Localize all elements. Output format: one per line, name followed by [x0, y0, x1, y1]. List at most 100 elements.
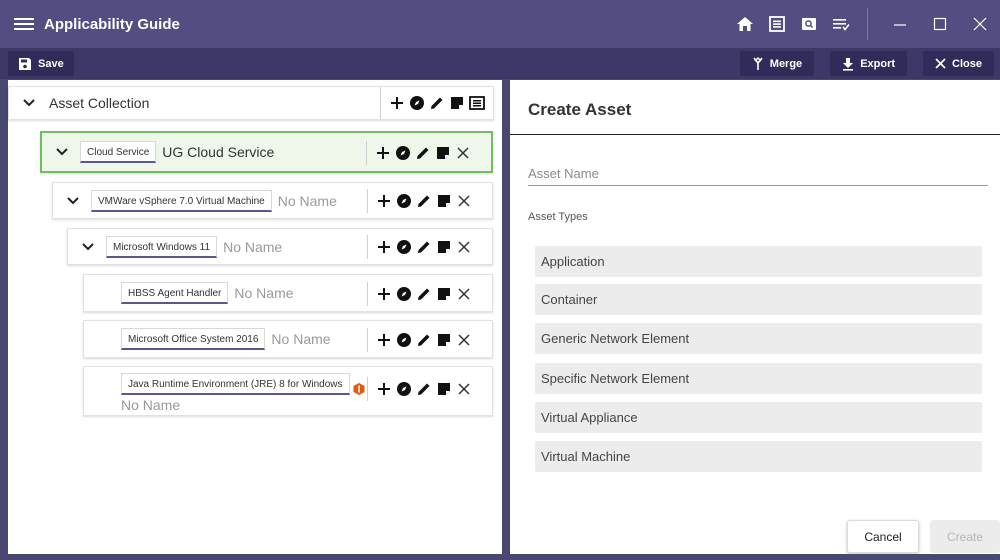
- menu-icon[interactable]: [14, 18, 34, 30]
- create-asset-panel: Create Asset Asset Types Application Con…: [510, 80, 1000, 554]
- tree-root-actions: [380, 87, 485, 119]
- save-button[interactable]: Save: [8, 51, 74, 76]
- list-icon[interactable]: [764, 11, 790, 37]
- asset-type-option[interactable]: Virtual Appliance: [535, 402, 982, 433]
- note-icon[interactable]: [436, 239, 452, 255]
- delete-icon[interactable]: [456, 286, 472, 302]
- create-asset-title: Create Asset: [528, 100, 632, 119]
- edit-icon[interactable]: [429, 95, 445, 111]
- delete-icon[interactable]: [456, 239, 472, 255]
- tree-node-java-jre[interactable]: Java Runtime Environment (JRE) 8 for Win…: [83, 366, 493, 416]
- asset-type-chip[interactable]: Java Runtime Environment (JRE) 8 for Win…: [121, 373, 350, 395]
- tree-root-asset-collection[interactable]: Asset Collection: [8, 86, 494, 120]
- add-icon[interactable]: [375, 145, 391, 161]
- edit-icon[interactable]: [416, 239, 432, 255]
- asset-type-option[interactable]: Specific Network Element: [535, 363, 982, 394]
- close-icon: [935, 58, 946, 69]
- close-button[interactable]: Close: [923, 51, 994, 76]
- title-divider: [510, 134, 1000, 135]
- delete-icon[interactable]: [455, 145, 471, 161]
- save-icon: [19, 57, 31, 70]
- asset-name[interactable]: No Name: [278, 193, 337, 209]
- compass-icon[interactable]: [396, 332, 412, 348]
- delete-icon[interactable]: [456, 193, 472, 209]
- delete-icon[interactable]: [456, 381, 472, 397]
- chevron-down-icon[interactable]: [65, 193, 81, 209]
- compass-icon[interactable]: [396, 286, 412, 302]
- cancel-button[interactable]: Cancel: [847, 520, 919, 553]
- note-icon[interactable]: [436, 193, 452, 209]
- export-button[interactable]: Export: [830, 51, 908, 76]
- delete-icon[interactable]: [456, 332, 472, 348]
- close-window-icon[interactable]: [960, 0, 1000, 48]
- titlebar-separator: [867, 8, 868, 40]
- node-actions: [367, 189, 472, 213]
- asset-name[interactable]: No Name: [234, 285, 293, 301]
- asset-type-chip[interactable]: HBSS Agent Handler: [121, 282, 229, 304]
- filter-icon[interactable]: [828, 11, 854, 37]
- tree-node-cloud-service[interactable]: Cloud Service UG Cloud Service: [40, 131, 493, 173]
- asset-type-option[interactable]: Application: [535, 246, 982, 277]
- asset-type-option[interactable]: Container: [535, 284, 982, 315]
- edit-icon[interactable]: [415, 145, 431, 161]
- asset-type-option[interactable]: Generic Network Element: [535, 323, 982, 354]
- asset-name[interactable]: No Name: [271, 331, 330, 347]
- minimize-icon[interactable]: [880, 0, 920, 48]
- asset-type-chip[interactable]: Microsoft Windows 11: [106, 235, 218, 258]
- note-icon[interactable]: [449, 95, 465, 111]
- asset-name[interactable]: No Name: [121, 397, 180, 413]
- compass-icon[interactable]: [396, 239, 412, 255]
- chevron-down-icon[interactable]: [80, 239, 96, 255]
- create-button[interactable]: Create: [930, 520, 1000, 553]
- java-node-body: Java Runtime Environment (JRE) 8 for Win…: [121, 373, 350, 413]
- add-icon[interactable]: [376, 239, 392, 255]
- compass-icon[interactable]: [409, 95, 425, 111]
- asset-tree-pane: Asset Collection Cloud Service UG Cloud …: [8, 80, 502, 554]
- close-label: Close: [952, 57, 982, 70]
- download-icon: [843, 57, 854, 71]
- maximize-icon[interactable]: [920, 0, 960, 48]
- tree-node-windows-11[interactable]: Microsoft Windows 11 No Name: [67, 228, 493, 265]
- asset-type-option[interactable]: Virtual Machine: [535, 441, 982, 472]
- export-label: Export: [860, 57, 896, 70]
- titlebar-actions: [729, 0, 1000, 48]
- edit-icon[interactable]: [416, 332, 432, 348]
- add-icon[interactable]: [376, 381, 392, 397]
- save-label: Save: [38, 57, 64, 70]
- note-icon[interactable]: [436, 332, 452, 348]
- compass-icon[interactable]: [396, 193, 412, 209]
- note-icon[interactable]: [436, 286, 452, 302]
- search-icon[interactable]: [796, 11, 822, 37]
- chevron-down-icon[interactable]: [21, 95, 37, 111]
- tree-node-hbss[interactable]: HBSS Agent Handler No Name: [83, 274, 493, 312]
- add-icon[interactable]: [389, 95, 405, 111]
- compass-icon[interactable]: [396, 381, 412, 397]
- edit-icon[interactable]: [416, 193, 432, 209]
- note-icon[interactable]: [436, 381, 452, 397]
- add-icon[interactable]: [376, 332, 392, 348]
- asset-name-input[interactable]: [528, 162, 988, 186]
- edit-icon[interactable]: [416, 286, 432, 302]
- merge-label: Merge: [769, 57, 803, 70]
- asset-name[interactable]: UG Cloud Service: [162, 144, 274, 160]
- add-icon[interactable]: [376, 286, 392, 302]
- merge-button[interactable]: Merge: [739, 51, 815, 76]
- note-icon[interactable]: [435, 145, 451, 161]
- home-icon[interactable]: [732, 11, 758, 37]
- asset-type-chip[interactable]: VMWare vSphere 7.0 Virtual Machine: [91, 189, 272, 212]
- compass-icon[interactable]: [395, 145, 411, 161]
- chevron-down-icon[interactable]: [54, 144, 70, 160]
- add-icon[interactable]: [376, 193, 392, 209]
- edit-icon[interactable]: [416, 381, 432, 397]
- tree-node-vmware[interactable]: VMWare vSphere 7.0 Virtual Machine No Na…: [52, 182, 493, 219]
- tree-node-office-2016[interactable]: Microsoft Office System 2016 No Name: [83, 320, 493, 358]
- asset-type-chip[interactable]: Cloud Service: [80, 141, 157, 163]
- window-bottom-border: [0, 554, 1000, 560]
- app-title: Applicability Guide: [44, 15, 180, 33]
- merge-icon: [753, 56, 763, 70]
- list-details-icon[interactable]: [469, 95, 485, 111]
- asset-type-chip[interactable]: Microsoft Office System 2016: [121, 328, 266, 350]
- asset-name[interactable]: No Name: [223, 239, 282, 255]
- warning-icon[interactable]: [352, 382, 366, 396]
- node-actions: [367, 328, 472, 352]
